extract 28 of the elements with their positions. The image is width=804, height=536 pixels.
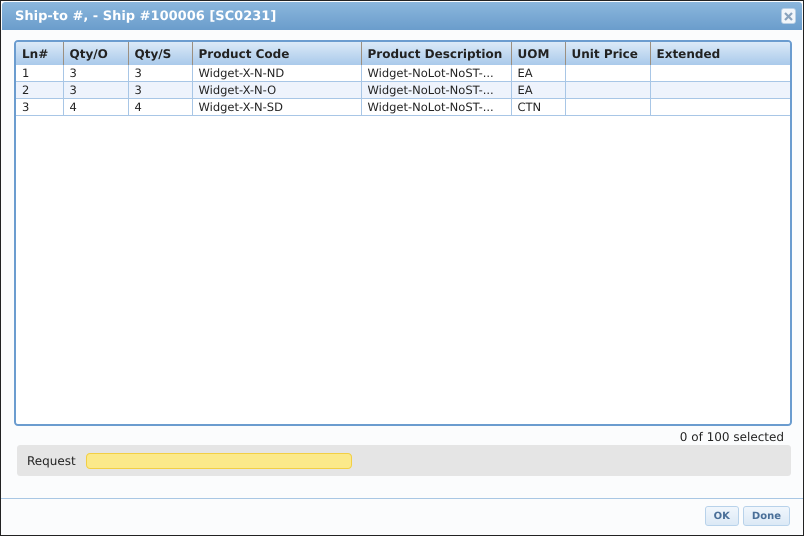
selection-count: 0 of 100 selected xyxy=(680,430,784,444)
table-cell: Widget-NoLot-NoST-... xyxy=(361,98,511,116)
column-header[interactable]: Product Description xyxy=(361,42,511,66)
column-header[interactable]: Qty/O xyxy=(63,42,128,66)
table-cell: 4 xyxy=(128,98,192,116)
table-cell: 3 xyxy=(128,82,192,99)
ok-button[interactable]: OK xyxy=(704,506,739,526)
table-cell: 3 xyxy=(16,98,63,116)
table-cell: EA xyxy=(511,82,565,99)
column-header[interactable]: Product Code xyxy=(192,42,361,66)
table-cell: 2 xyxy=(16,82,63,99)
request-field[interactable] xyxy=(86,452,352,469)
table-cell: 3 xyxy=(63,82,128,99)
table-cell: CTN xyxy=(511,98,565,116)
column-header[interactable]: Qty/S xyxy=(128,42,192,66)
column-header[interactable]: Ln# xyxy=(16,42,63,66)
window-title: Ship-to #, - Ship #100006 [SC0231] xyxy=(15,8,276,24)
request-label: Request xyxy=(27,454,76,468)
done-button[interactable]: Done xyxy=(742,506,790,526)
table-cell: 4 xyxy=(63,98,128,116)
close-button[interactable] xyxy=(781,8,796,24)
table-cell: Widget-X-N-SD xyxy=(192,98,361,116)
table-cell: Widget-NoLot-NoST-... xyxy=(361,82,511,99)
column-header[interactable]: Extended xyxy=(650,42,790,66)
column-header[interactable]: Unit Price xyxy=(565,42,650,66)
table-cell: Widget-X-N-O xyxy=(192,82,361,99)
column-header[interactable]: UOM xyxy=(511,42,565,66)
close-icon xyxy=(784,12,793,21)
